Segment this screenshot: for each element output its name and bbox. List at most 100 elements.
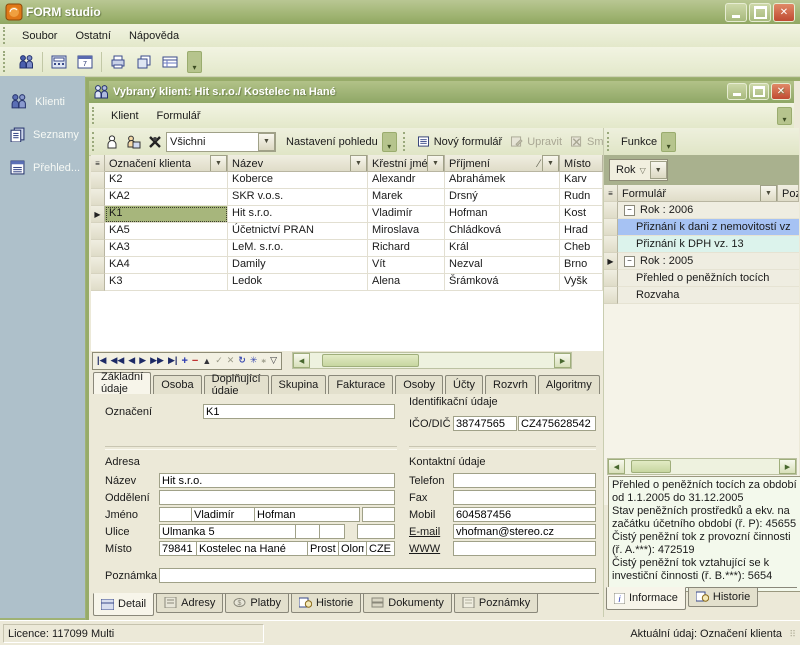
tab-zakladni-udaje[interactable]: Základní údaje bbox=[93, 372, 151, 395]
chevron-down-icon[interactable]: ▼ bbox=[258, 133, 275, 151]
oddeleni-field[interactable] bbox=[159, 490, 395, 505]
telefon-field[interactable] bbox=[453, 473, 596, 488]
client-add-button[interactable] bbox=[103, 131, 121, 153]
table-row[interactable]: KA3 LeM. s.r.o. Richard Král Cheb bbox=[91, 240, 603, 257]
column-chooser-icon[interactable]: ≡ bbox=[91, 155, 105, 172]
menu-ostatni[interactable]: Ostatní bbox=[66, 27, 119, 45]
forms-grid-horizontal-scrollbar[interactable]: ◀ ▶ bbox=[607, 458, 797, 475]
filter-dropdown-icon[interactable]: ▼ bbox=[427, 155, 444, 172]
nav-next-page-button[interactable]: ▶▶ bbox=[148, 355, 166, 366]
group-row[interactable]: ▶ −Rok : 2005 bbox=[604, 253, 799, 270]
calendar-toolbar-button[interactable]: 7 bbox=[73, 51, 97, 73]
nav-refresh-button[interactable]: ↻ bbox=[236, 355, 248, 366]
nazev-field[interactable] bbox=[159, 473, 395, 488]
list-item-selected[interactable]: Přiznání k dani z nemovitostí vz bbox=[604, 219, 799, 236]
nav-filter-button[interactable]: ▽ bbox=[268, 355, 279, 366]
fax-field[interactable] bbox=[453, 490, 596, 505]
scroll-left-icon[interactable]: ◀ bbox=[608, 459, 625, 474]
list-item[interactable]: Přiznání k DPH vz. 13 bbox=[604, 236, 799, 253]
menubar-grip[interactable] bbox=[3, 27, 10, 43]
prijmeni-field[interactable] bbox=[254, 507, 360, 522]
scroll-left-icon[interactable]: ◀ bbox=[293, 353, 310, 368]
funkce-button[interactable]: Funkce bbox=[617, 134, 661, 150]
scrollbar-thumb[interactable] bbox=[631, 460, 671, 473]
tab-ucty[interactable]: Účty bbox=[445, 375, 483, 394]
close-button[interactable]: ✕ bbox=[773, 3, 795, 22]
table-row[interactable]: K2 Koberce Alexandr Abrahámek Karv bbox=[91, 172, 603, 189]
tab-doplnujici-udaje[interactable]: Doplňující údaje bbox=[204, 375, 269, 394]
cislo-extra-field[interactable] bbox=[357, 524, 395, 539]
client-toolbar-grip[interactable] bbox=[92, 132, 99, 151]
nav-next-button[interactable]: ▶ bbox=[137, 355, 148, 366]
list-item[interactable]: Rozvaha bbox=[604, 287, 799, 304]
www-link-label[interactable]: WWW bbox=[409, 543, 440, 557]
client-filter-combobox[interactable]: Všichni ▼ bbox=[166, 132, 276, 152]
menu-napoveda[interactable]: Nápověda bbox=[120, 27, 188, 45]
child-maximize-button[interactable] bbox=[749, 83, 769, 100]
okres-field[interactable] bbox=[307, 541, 339, 556]
filter-dropdown-icon[interactable]: ▼ bbox=[542, 155, 559, 172]
nav-delete-button[interactable]: − bbox=[190, 355, 200, 367]
scrollbar-thumb[interactable] bbox=[322, 354, 419, 367]
ico-field[interactable] bbox=[453, 416, 517, 431]
jmeno-field[interactable] bbox=[191, 507, 255, 522]
dic-field[interactable] bbox=[518, 416, 596, 431]
filter-dropdown-icon[interactable]: ▼ bbox=[350, 155, 367, 172]
column-header-nazev[interactable]: Název ▼ bbox=[228, 155, 368, 172]
tab-algoritmy[interactable]: Algoritmy bbox=[538, 375, 600, 394]
print-toolbar-button[interactable] bbox=[106, 51, 130, 73]
nav-cancel-button[interactable]: ✕ bbox=[225, 355, 237, 366]
nav-prior-button[interactable]: ◀ bbox=[126, 355, 137, 366]
nav-last-button[interactable]: ▶| bbox=[166, 355, 179, 366]
column-header-poz[interactable]: Poz bbox=[778, 185, 799, 202]
filter-dropdown-icon[interactable]: ▼ bbox=[210, 155, 227, 172]
ulice-field[interactable] bbox=[159, 524, 296, 539]
table-row-selected[interactable]: ▶ K1 Hit s.r.o. Vladimír Hofman Kost bbox=[91, 206, 603, 223]
copies-toolbar-button[interactable] bbox=[132, 51, 156, 73]
client-delete-button[interactable] bbox=[145, 131, 165, 153]
edit-form-button[interactable]: Upravit bbox=[506, 134, 566, 150]
menu-klient[interactable]: Klient bbox=[102, 107, 148, 125]
tab-historie-info[interactable]: Historie bbox=[688, 588, 758, 607]
titul-za-field[interactable] bbox=[362, 507, 395, 522]
poznamka-field[interactable] bbox=[159, 568, 596, 583]
column-header-oznaceni-klienta[interactable]: Označení klienta ▼ bbox=[105, 155, 228, 172]
clients-toolbar-button[interactable] bbox=[14, 51, 38, 73]
grid-horizontal-scrollbar[interactable]: ◀ ▶ bbox=[292, 352, 572, 369]
scroll-right-icon[interactable]: ▶ bbox=[779, 459, 796, 474]
calculator-toolbar-button[interactable] bbox=[47, 51, 71, 73]
mobil-field[interactable] bbox=[453, 507, 596, 522]
funkce-toolbar-grip[interactable] bbox=[607, 132, 614, 151]
tab-osoba[interactable]: Osoba bbox=[153, 375, 201, 394]
child-minimize-button[interactable] bbox=[727, 83, 747, 100]
sidebar-item-klienti[interactable]: Klienti bbox=[10, 94, 85, 109]
collapse-icon[interactable]: − bbox=[624, 205, 635, 216]
nav-edit-button[interactable]: ▲ bbox=[200, 356, 213, 366]
column-header-prijmeni[interactable]: Příjmení ∕ ▼ bbox=[445, 155, 560, 172]
filter-dropdown-icon[interactable]: ▼ bbox=[650, 161, 667, 179]
tab-detail[interactable]: Detail bbox=[93, 593, 154, 616]
group-row[interactable]: −Rok : 2006 bbox=[604, 202, 799, 219]
sidebar-item-seznamy[interactable]: Seznamy bbox=[10, 127, 85, 142]
nav-insert-button[interactable]: + bbox=[179, 355, 189, 367]
scroll-right-icon[interactable]: ▶ bbox=[554, 353, 571, 368]
filter-toolbar-overflow[interactable]: ▾ bbox=[382, 132, 397, 152]
view-settings-button[interactable]: Nastavení pohledu bbox=[282, 134, 382, 150]
stat-field[interactable] bbox=[366, 541, 395, 556]
cislo-orientacni-field[interactable] bbox=[319, 524, 345, 539]
toolbar-overflow-button[interactable]: ▾ bbox=[187, 51, 202, 73]
filter-dropdown-icon[interactable]: ▼ bbox=[760, 185, 777, 202]
list-item[interactable]: Přehled o peněžních tocích bbox=[604, 270, 799, 287]
collapse-icon[interactable]: − bbox=[624, 256, 635, 267]
tab-dokumenty[interactable]: Dokumenty bbox=[363, 594, 452, 613]
form-toolbar-grip[interactable] bbox=[403, 132, 410, 151]
www-field[interactable] bbox=[453, 541, 596, 556]
minimize-button[interactable] bbox=[725, 3, 747, 22]
tab-osoby[interactable]: Osoby bbox=[395, 375, 443, 394]
tab-platby[interactable]: $ Platby bbox=[225, 594, 289, 613]
tab-adresy[interactable]: Adresy bbox=[156, 594, 223, 613]
column-header-krestni-jmeno[interactable]: Křestní jméno ▼ bbox=[368, 155, 445, 172]
cislo-popisne-field[interactable] bbox=[295, 524, 320, 539]
tab-informace[interactable]: i Informace bbox=[606, 587, 686, 610]
funkce-overflow-button[interactable]: ▾ bbox=[661, 132, 676, 152]
